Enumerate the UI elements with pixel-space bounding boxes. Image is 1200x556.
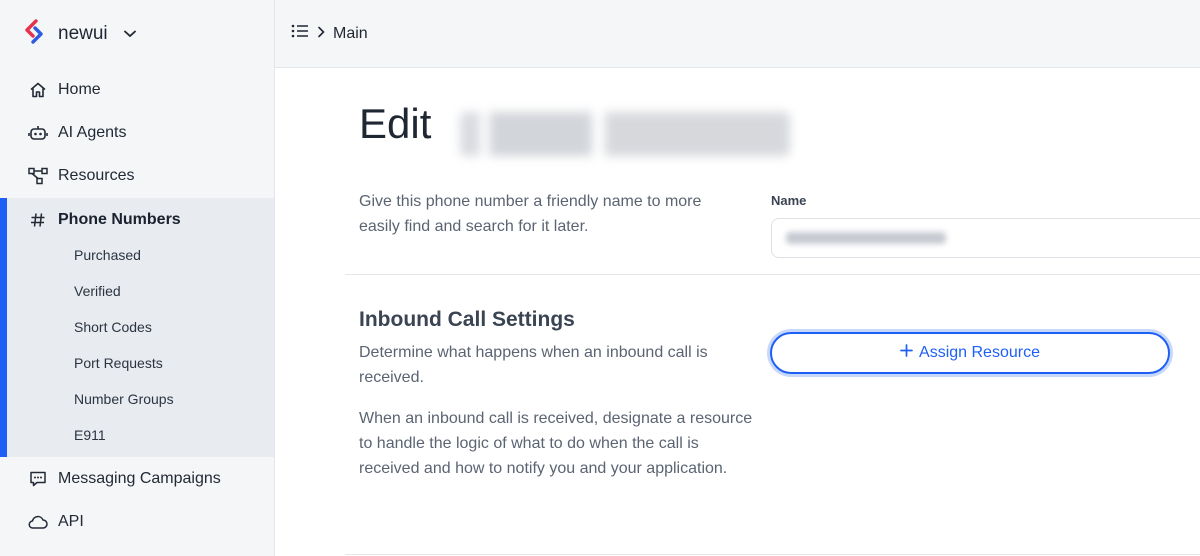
sidebar-item-ai-agents[interactable]: AI Agents (0, 116, 274, 150)
section-divider (345, 274, 1200, 275)
sidebar-item-label: Messaging Campaigns (58, 470, 221, 487)
hash-icon (28, 210, 48, 230)
page-title: Edit (359, 100, 432, 147)
sidebar-subitem-port-requests[interactable]: Port Requests (74, 351, 163, 375)
assign-resource-button[interactable]: Assign Resource (770, 332, 1170, 374)
inbound-detail: When an inbound call is received, design… (359, 410, 753, 477)
assign-resource-label: Assign Resource (919, 344, 1040, 361)
workspace-name: newui (58, 23, 108, 44)
sidebar-subitem-e911[interactable]: E911 (74, 423, 106, 447)
workspace-switcher[interactable]: newui (24, 18, 136, 50)
chat-icon (28, 469, 48, 489)
sidebar-subitem-number-groups[interactable]: Number Groups (74, 387, 174, 411)
inbound-description: Determine what happens when an inbound c… (359, 344, 708, 386)
sidebar-item-messaging-campaigns[interactable]: Messaging Campaigns (0, 462, 274, 496)
plus-icon (900, 344, 913, 362)
main-content: Edit Give this phone number a friendly n… (275, 68, 1200, 556)
sidebar-subitem-short-codes[interactable]: Short Codes (74, 315, 152, 339)
sidebar-subitem-purchased[interactable]: Purchased (74, 243, 141, 267)
list-icon[interactable] (291, 23, 309, 44)
redacted-phone-number (460, 112, 790, 156)
inbound-section-title: Inbound Call Settings (359, 308, 575, 331)
sidebar-item-label: Phone Numbers (58, 211, 181, 228)
sidebar-item-phone-numbers[interactable]: Phone Numbers (0, 203, 274, 237)
sidebar-item-label: API (58, 513, 84, 530)
sidebar-item-label: AI Agents (58, 124, 127, 141)
chevron-down-icon (123, 30, 136, 38)
redacted-name-value (786, 232, 946, 244)
top-bar: Main (275, 0, 1200, 68)
sidebar-subitem-verified[interactable]: Verified (74, 279, 121, 303)
cloud-icon (28, 512, 48, 532)
home-icon (28, 80, 48, 100)
brand-logo-icon (24, 18, 48, 50)
name-input[interactable] (771, 218, 1200, 258)
resources-icon (28, 166, 48, 186)
sidebar-item-resources[interactable]: Resources (0, 159, 274, 193)
sidebar-item-home[interactable]: Home (0, 73, 274, 107)
bottom-divider (345, 554, 1200, 555)
sidebar-item-label: Resources (58, 167, 135, 184)
name-label: Name (771, 193, 807, 208)
sidebar-item-label: Home (58, 81, 101, 98)
sidebar-item-api[interactable]: API (0, 505, 274, 539)
name-description: Give this phone number a friendly name t… (359, 193, 702, 235)
chevron-right-icon (317, 25, 325, 43)
robot-icon (28, 123, 48, 143)
breadcrumb-main[interactable]: Main (333, 25, 368, 43)
sidebar: newui Home AI Agents Resources Phone Num… (0, 0, 275, 556)
